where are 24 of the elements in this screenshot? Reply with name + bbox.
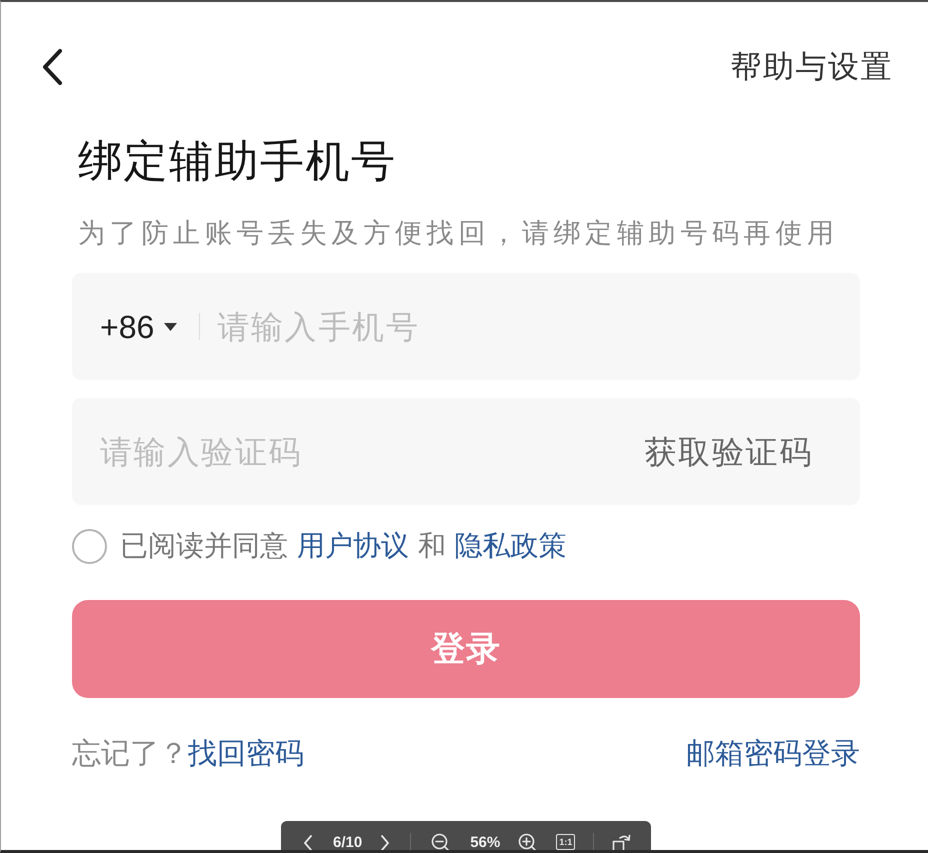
forgot-prompt: 忘记了？ <box>72 735 188 772</box>
previous-page-icon[interactable] <box>303 835 313 850</box>
agreement-link[interactable]: 隐私政策 <box>454 529 567 562</box>
next-page-icon[interactable] <box>380 835 390 850</box>
back-icon[interactable] <box>40 48 64 86</box>
agreement-checkbox[interactable] <box>72 528 107 564</box>
recover-password-link[interactable]: 找回密码 <box>188 733 304 773</box>
rotate-icon[interactable] <box>612 833 632 850</box>
zoom-level: 56% <box>470 836 500 850</box>
actual-size-button[interactable]: 1:1 <box>556 834 576 850</box>
zoom-out-icon[interactable] <box>431 833 452 850</box>
help-settings-link[interactable]: 帮助与设置 <box>730 47 893 87</box>
page-indicator: 6/10 <box>333 836 362 850</box>
get-code-button[interactable]: 获取验证码 <box>644 430 813 474</box>
code-field[interactable]: 请输入验证码 获取验证码 <box>72 398 860 505</box>
zoom-in-icon[interactable] <box>518 833 538 850</box>
agreement-text: 已阅读并同意 用户协议 和 隐私政策 <box>120 528 567 564</box>
caret-icon <box>164 322 178 330</box>
country-code-selector[interactable]: +86 <box>100 306 178 346</box>
email-login-link[interactable]: 邮箱密码登录 <box>686 733 860 773</box>
phone-field[interactable]: +86 请输入手机号 <box>72 273 860 380</box>
subtitle-text: 为了防止账号丢失及方便找回，请绑定辅助号码再使用 <box>78 217 839 251</box>
agreement-link[interactable]: 用户协议 <box>296 529 409 562</box>
page-title: 绑定辅助手机号 <box>78 135 396 189</box>
